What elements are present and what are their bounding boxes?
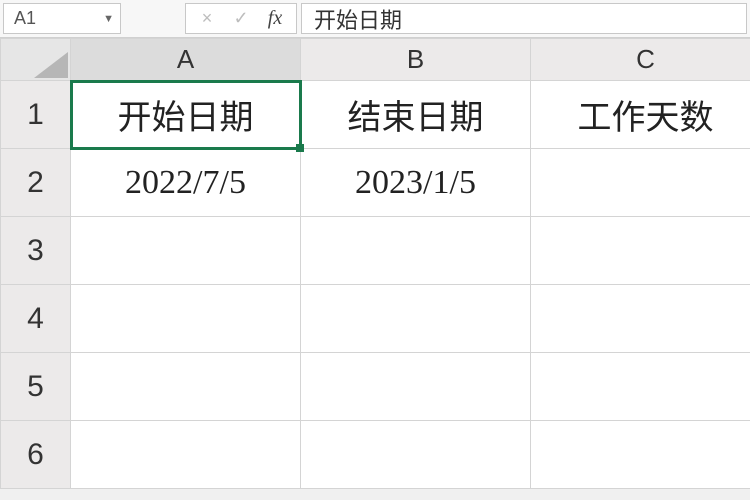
row-5: 5	[1, 353, 750, 421]
cell-a2[interactable]: 2022/7/5	[71, 149, 301, 217]
fx-icon[interactable]: fx	[258, 7, 292, 30]
row-2: 2 2022/7/5 2023/1/5	[1, 149, 750, 217]
row-header-4[interactable]: 4	[1, 285, 71, 353]
row-header-1[interactable]: 1	[1, 81, 71, 149]
row-1: 1 开始日期 结束日期 工作天数	[1, 81, 750, 149]
cancel-icon[interactable]: ×	[190, 8, 224, 29]
spreadsheet-grid: A B C 1 开始日期 结束日期 工作天数 2 2022/7/5 2023/1…	[0, 38, 750, 489]
select-all-icon	[34, 52, 68, 78]
cell-c3[interactable]	[531, 217, 750, 285]
cell-b4[interactable]	[301, 285, 531, 353]
fill-handle[interactable]	[296, 144, 304, 152]
cell-c5[interactable]	[531, 353, 750, 421]
column-header-a[interactable]: A	[71, 39, 301, 81]
row-6: 6	[1, 421, 750, 489]
cell-b2[interactable]: 2023/1/5	[301, 149, 531, 217]
cell-c2[interactable]	[531, 149, 750, 217]
row-header-3[interactable]: 3	[1, 217, 71, 285]
cell-b1[interactable]: 结束日期	[301, 81, 531, 149]
cell-c1[interactable]: 工作天数	[531, 81, 750, 149]
formula-value: 开始日期	[314, 3, 402, 35]
column-header-row: A B C	[1, 39, 750, 81]
name-box[interactable]: A1 ▼	[3, 3, 121, 34]
cell-a6[interactable]	[71, 421, 301, 489]
row-header-6[interactable]: 6	[1, 421, 71, 489]
cell-c4[interactable]	[531, 285, 750, 353]
select-all-corner[interactable]	[1, 39, 71, 81]
formula-bar: A1 ▼ × ✓ fx 开始日期	[0, 0, 750, 38]
cell-reference: A1	[14, 8, 36, 29]
cell-a3[interactable]	[71, 217, 301, 285]
cell-b5[interactable]	[301, 353, 531, 421]
cell-b6[interactable]	[301, 421, 531, 489]
confirm-icon[interactable]: ✓	[224, 8, 258, 29]
column-header-b[interactable]: B	[301, 39, 531, 81]
row-header-5[interactable]: 5	[1, 353, 71, 421]
row-4: 4	[1, 285, 750, 353]
chevron-down-icon[interactable]: ▼	[103, 13, 114, 25]
cell-c6[interactable]	[531, 421, 750, 489]
row-3: 3	[1, 217, 750, 285]
cell-b3[interactable]	[301, 217, 531, 285]
cell-a1[interactable]: 开始日期	[71, 81, 301, 149]
row-header-2[interactable]: 2	[1, 149, 71, 217]
formula-input[interactable]: 开始日期	[301, 3, 747, 34]
column-header-c[interactable]: C	[531, 39, 750, 81]
cell-a4[interactable]	[71, 285, 301, 353]
formula-button-group: × ✓ fx	[185, 3, 297, 34]
cell-a5[interactable]	[71, 353, 301, 421]
